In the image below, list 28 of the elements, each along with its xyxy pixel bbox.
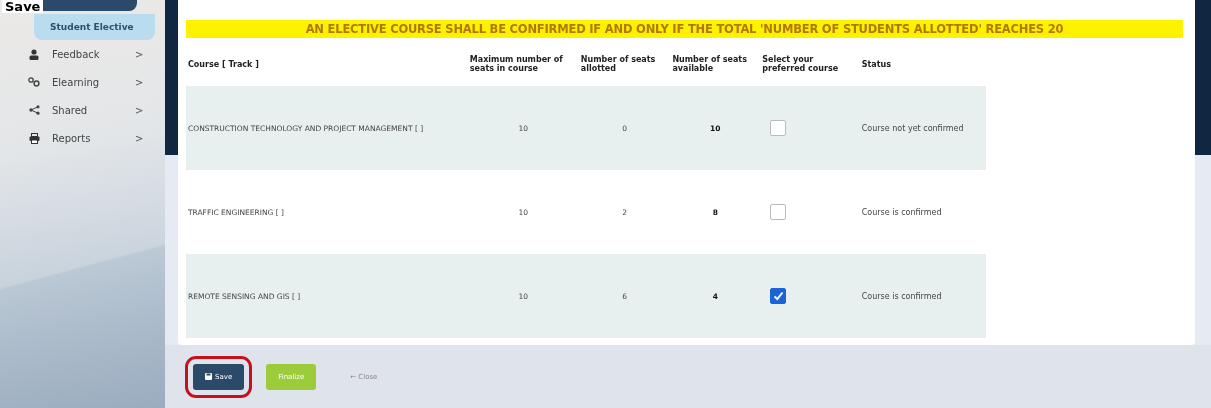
floppy-icon xyxy=(205,373,212,380)
checkbox[interactable] xyxy=(770,288,787,304)
column-header: Course [ Track ] xyxy=(188,59,259,69)
sidebar-item[interactable]: Shared xyxy=(52,104,135,116)
share-icon xyxy=(28,105,40,115)
table-cell: Course is confirmed xyxy=(861,207,942,217)
chevron-icon: > xyxy=(135,76,165,88)
chevron-icon: > xyxy=(135,48,165,60)
person-icon xyxy=(29,48,39,60)
column-header: Maximum number of seats in course xyxy=(469,55,563,73)
chevron-icon: > xyxy=(135,104,165,116)
checkbox[interactable] xyxy=(770,204,787,220)
sidebar-item[interactable]: Feedback xyxy=(52,48,135,60)
table-cell: Course is confirmed xyxy=(861,291,942,301)
sidebar-item[interactable]: Student Elective xyxy=(34,14,155,40)
column-header: Status xyxy=(861,59,892,69)
column-header: Number of seats allotted xyxy=(580,55,656,73)
gears-icon xyxy=(28,77,40,87)
sidebar-item[interactable]: Elearning xyxy=(52,76,135,88)
annotation-caption: Save xyxy=(2,0,44,13)
column-header: Select your preferred course xyxy=(762,55,839,73)
sidebar-item[interactable]: Reports xyxy=(52,132,135,144)
checkbox[interactable] xyxy=(770,120,787,136)
column-header: Number of seats available xyxy=(672,55,747,73)
printer-icon xyxy=(28,132,40,144)
chevron-icon: > xyxy=(135,132,165,144)
notice-banner: AN ELECTIVE COURSE SHALL BE CONFIRMED IF AND ONLY IF THE TOTAL 'NUMBER OF STUDENTS ALLOTTED' REACHES 20 xyxy=(186,20,1183,38)
table-cell: Course not yet confirmed xyxy=(861,123,964,133)
